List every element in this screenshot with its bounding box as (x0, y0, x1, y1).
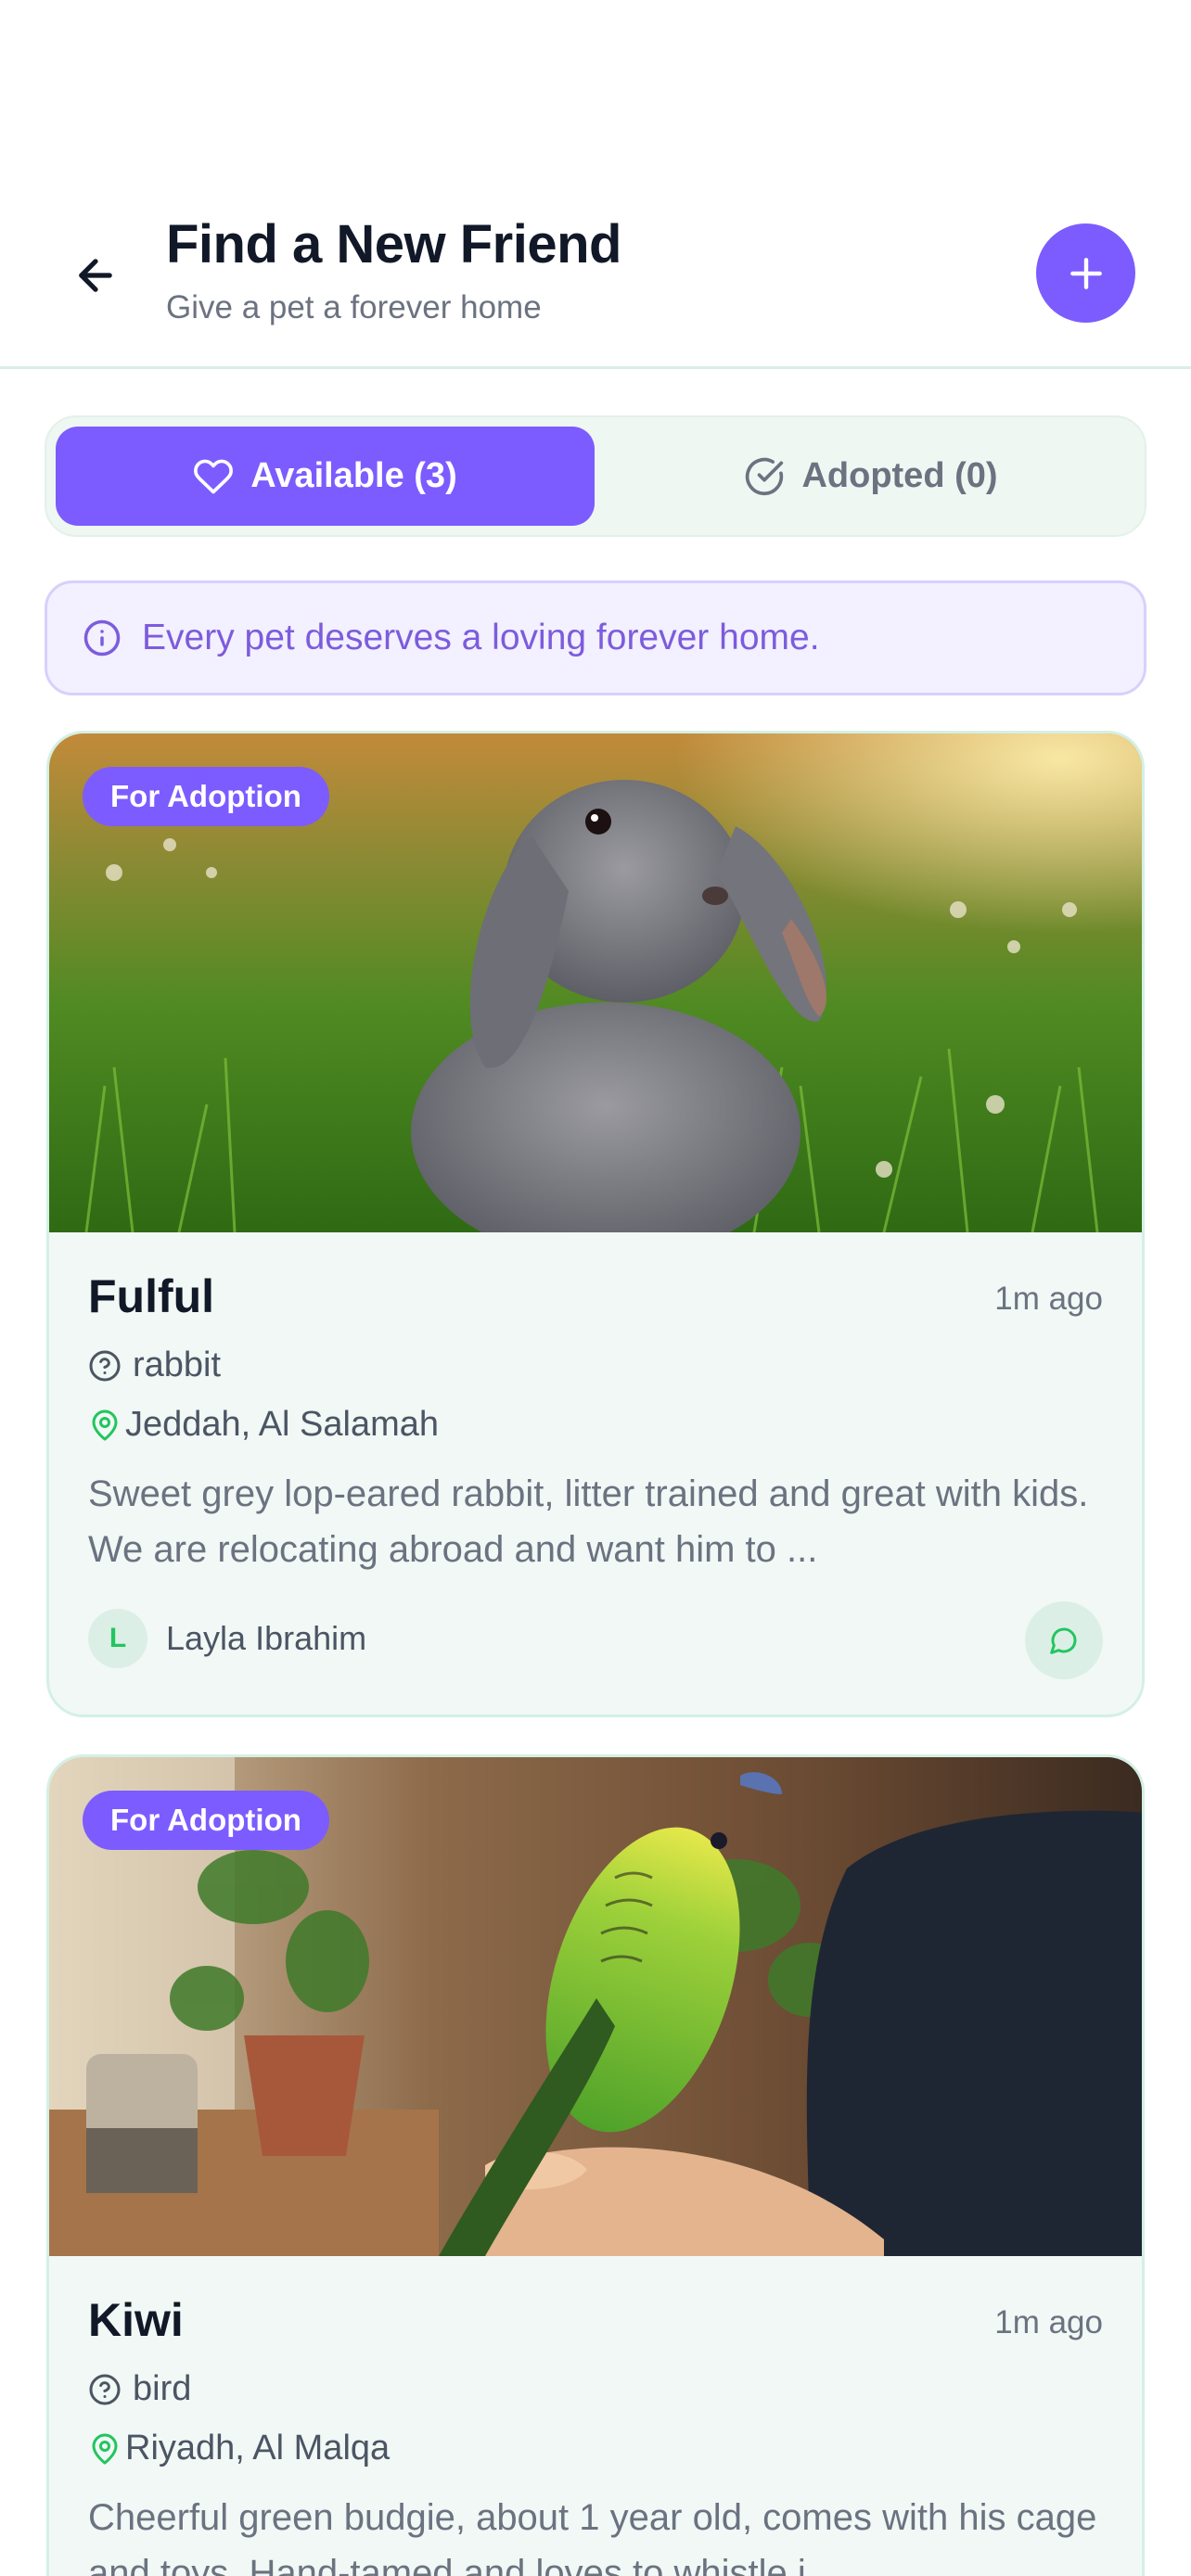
adoption-badge: For Adoption (83, 767, 329, 826)
page-header: Find a New Friend Give a pet a forever h… (0, 185, 1191, 369)
question-circle-icon (89, 2374, 121, 2404)
pet-photo: For Adoption (49, 1757, 1142, 2256)
page-subtitle: Give a pet a forever home (166, 289, 542, 325)
pet-description: Cheerful green budgie, about 1 year old,… (88, 2497, 1097, 2576)
owner-name: Layla Ibrahim (166, 1619, 367, 1657)
tab-adopted[interactable]: Adopted (0) (603, 427, 1139, 526)
location-label: Riyadh, Al Malqa (125, 2429, 391, 2468)
pet-description: Sweet grey lop-eared rabbit, litter trai… (88, 1473, 1089, 1570)
species-label: rabbit (133, 1345, 222, 1384)
posted-time: 1m ago (994, 1281, 1103, 1317)
info-banner-text: Every pet deserves a loving forever home… (142, 618, 820, 657)
add-pet-button[interactable] (1036, 223, 1135, 323)
page-title: Find a New Friend (166, 214, 622, 274)
map-pin-icon (92, 1409, 118, 1440)
tab-adopted-label: Adopted (0) (801, 456, 998, 495)
location-row: Jeddah, Al Salamah (88, 1405, 439, 1445)
question-circle-icon (89, 1350, 121, 1381)
check-circle-icon (746, 457, 784, 495)
arrow-left-icon (79, 259, 112, 292)
message-circle-icon (1050, 1627, 1077, 1654)
status-tabs: Available (3) Adopted (0) (45, 415, 1146, 537)
message-button[interactable] (1025, 1601, 1103, 1679)
pet-name: Fulful (88, 1270, 215, 1322)
info-banner: Every pet deserves a loving forever home… (45, 580, 1146, 695)
map-pin-icon (92, 2433, 118, 2464)
location-label: Jeddah, Al Salamah (125, 1405, 440, 1444)
pet-photo: For Adoption (49, 733, 1142, 1232)
info-icon (83, 619, 121, 657)
posted-time: 1m ago (994, 2304, 1103, 2340)
species-label: bird (133, 2369, 192, 2408)
pet-card[interactable]: For Adoption Fulful 1m ago rabbit Jeddah… (46, 731, 1145, 1717)
species-row: rabbit (88, 1345, 221, 1385)
location-row: Riyadh, Al Malqa (88, 2429, 390, 2468)
adoption-badge: For Adoption (83, 1791, 329, 1850)
heart-icon (194, 459, 234, 493)
plus-icon (1069, 257, 1102, 289)
pet-name: Kiwi (88, 2294, 184, 2346)
avatar: L (88, 1609, 147, 1668)
tab-available[interactable]: Available (3) (56, 427, 595, 526)
back-button[interactable] (63, 243, 128, 308)
tab-available-label: Available (3) (250, 456, 457, 495)
owner-row: L Layla Ibrahim (88, 1609, 366, 1668)
species-row: bird (88, 2369, 191, 2409)
pet-card[interactable]: For Adoption Kiwi 1m ago bird Riyadh, Al… (46, 1754, 1145, 2576)
